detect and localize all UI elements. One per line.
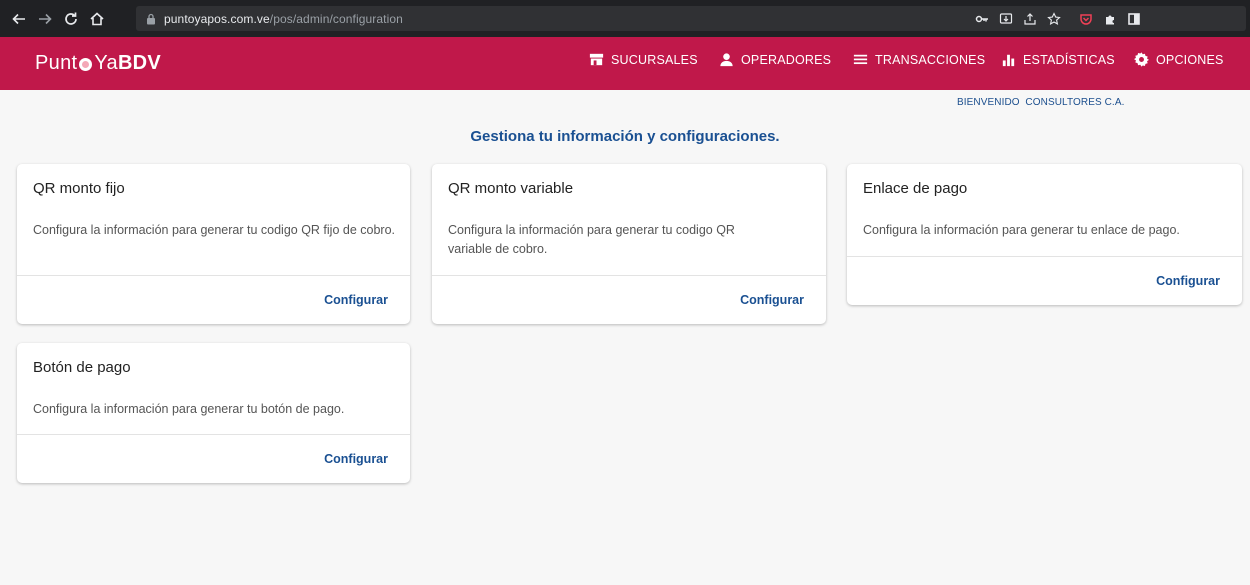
install-app-icon[interactable]: [997, 10, 1014, 27]
card-divider: [17, 434, 410, 435]
menu-estadisticas[interactable]: ESTADÍSTICAS: [1000, 51, 1115, 68]
card-title: QR monto fijo: [33, 180, 125, 197]
address-bar[interactable]: puntoyapos.com.ve/pos/admin/configuratio…: [136, 6, 1246, 31]
card-title: Botón de pago: [33, 359, 131, 376]
card-qr-monto-fijo: QR monto fijo Configura la información p…: [17, 164, 410, 324]
reload-icon[interactable]: [60, 8, 82, 30]
app-header: Punt Ya BDV SUCURSALES OPERADORES TRANSACC…: [0, 37, 1250, 90]
menu-sucursales[interactable]: SUCURSALES: [588, 51, 698, 68]
menu-transacciones[interactable]: TRANSACCIONES: [852, 51, 985, 68]
url-text: puntoyapos.com.ve/pos/admin/configuratio…: [164, 11, 403, 26]
home-icon[interactable]: [86, 8, 108, 30]
browser-toolbar: puntoyapos.com.ve/pos/admin/configuratio…: [0, 0, 1250, 37]
bar-chart-icon: [1002, 54, 1015, 67]
menu-operadores[interactable]: OPERADORES: [718, 51, 831, 68]
card-description: Configura la información para generar tu…: [448, 223, 735, 256]
lock-icon: [146, 13, 156, 25]
card-title: Enlace de pago: [863, 180, 968, 197]
page-title: Gestiona tu información y configuracione…: [470, 128, 780, 145]
star-icon[interactable]: [1045, 10, 1062, 27]
extensions-icon[interactable]: [1101, 10, 1118, 27]
card-description: Configura la información para generar tu…: [33, 223, 396, 237]
card-title: QR monto variable: [448, 180, 574, 197]
side-panel-icon[interactable]: [1125, 10, 1142, 27]
configurar-button[interactable]: Configurar: [324, 452, 388, 466]
card-boton-de-pago: Botón de pago Configura la información p…: [17, 343, 410, 483]
card-description: Configura la información para generar tu…: [33, 402, 345, 416]
card-divider: [847, 256, 1242, 257]
key-icon[interactable]: [973, 10, 990, 27]
logo-dot-icon: [79, 58, 93, 71]
menu-opciones[interactable]: OPCIONES: [1133, 51, 1224, 68]
gear-icon: [1134, 52, 1149, 67]
card-divider: [17, 275, 410, 276]
store-icon: [589, 53, 604, 66]
configurar-button[interactable]: Configurar: [740, 293, 804, 307]
person-icon: [720, 53, 733, 67]
card-enlace-de-pago: Enlace de pago Configura la información …: [847, 164, 1242, 305]
card-qr-monto-variable: QR monto variable Configura la informaci…: [432, 164, 826, 324]
welcome-text: BIENVENIDO CONSULTORES C.A.: [957, 97, 1125, 108]
back-arrow-icon[interactable]: [8, 8, 30, 30]
configurar-button[interactable]: Configurar: [324, 293, 388, 307]
brand-logo[interactable]: Punt Ya BDV: [35, 52, 161, 75]
configurar-button[interactable]: Configurar: [1156, 274, 1220, 288]
card-description: Configura la información para generar tu…: [863, 223, 1180, 237]
share-icon[interactable]: [1021, 10, 1038, 27]
card-divider: [432, 275, 826, 276]
pocket-icon[interactable]: [1077, 10, 1094, 27]
list-icon: [853, 54, 868, 65]
forward-arrow-icon[interactable]: [34, 8, 56, 30]
